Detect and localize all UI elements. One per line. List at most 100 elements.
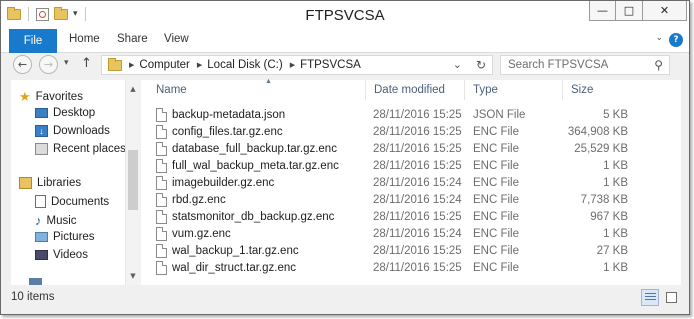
file-type: ENC File bbox=[473, 177, 520, 189]
search-input[interactable]: Search FTPSVCSA bbox=[508, 59, 608, 71]
nav-item-pictures[interactable]: Pictures bbox=[35, 231, 95, 243]
file-row[interactable]: imagebuilder.gz.enc 28/11/2016 15:24 ENC F… bbox=[141, 175, 681, 192]
tab-file[interactable]: File bbox=[9, 29, 57, 53]
file-date: 28/11/2016 15:24 bbox=[373, 228, 462, 240]
file-date: 28/11/2016 15:25 bbox=[373, 262, 462, 274]
nav-item-recent-places[interactable]: Recent places bbox=[35, 143, 126, 155]
file-date: 28/11/2016 15:25 bbox=[373, 160, 462, 172]
back-button[interactable]: ← bbox=[13, 55, 32, 74]
nav-item-documents[interactable]: Documents bbox=[35, 195, 109, 208]
file-type: ENC File bbox=[473, 143, 520, 155]
file-name-cell[interactable]: wal_dir_struct.tar.gz.enc bbox=[156, 261, 296, 275]
maximize-button[interactable]: □ bbox=[616, 1, 643, 21]
file-name-cell[interactable]: full_wal_backup_meta.tar.gz.enc bbox=[156, 159, 339, 173]
file-icon bbox=[156, 244, 167, 258]
sort-ascending-icon: ▲ bbox=[265, 78, 272, 85]
close-button[interactable]: ✕ bbox=[643, 1, 687, 21]
nav-group-favorites[interactable]: ★ Favorites bbox=[19, 89, 83, 105]
file-row[interactable]: config_files.tar.gz.enc 28/11/2016 15:25 E… bbox=[141, 124, 681, 141]
nav-item-computer-partial[interactable] bbox=[29, 278, 42, 285]
breadcrumb-arrow-icon[interactable]: ▶ bbox=[129, 61, 134, 69]
file-icon bbox=[156, 108, 167, 122]
navigation-bar: ← → ▾ ↑ ▶ Computer ▶ Local Disk (C:) ▶ F… bbox=[1, 53, 689, 77]
file-name: wal_dir_struct.tar.gz.enc bbox=[172, 262, 297, 274]
scroll-up-icon[interactable]: ▲ bbox=[126, 82, 140, 96]
up-arrow-icon[interactable]: ↑ bbox=[81, 56, 92, 71]
column-header-size[interactable]: Size bbox=[564, 80, 634, 100]
breadcrumb-computer[interactable]: Computer bbox=[139, 59, 190, 71]
minimize-button[interactable]: — bbox=[589, 1, 616, 21]
file-row[interactable]: rbd.gz.enc 28/11/2016 15:24 ENC File 7,738 … bbox=[141, 192, 681, 209]
breadcrumb-arrow-icon[interactable]: ▶ bbox=[197, 61, 202, 69]
large-icons-view-button[interactable] bbox=[662, 289, 680, 306]
breadcrumb-arrow-icon[interactable]: ▶ bbox=[290, 61, 295, 69]
nav-group-libraries[interactable]: Libraries bbox=[19, 177, 81, 189]
file-size: 1 KB bbox=[603, 228, 628, 240]
file-name: statsmonitor_db_backup.gz.enc bbox=[172, 211, 335, 223]
file-row[interactable]: vum.gz.enc 28/11/2016 15:24 ENC File 1 KB bbox=[141, 226, 681, 243]
navigation-scrollbar[interactable]: ▲ ▼ bbox=[125, 80, 140, 285]
expand-ribbon-icon[interactable]: ⌄ bbox=[655, 33, 663, 43]
address-dropdown-icon[interactable]: ⌄ bbox=[453, 58, 462, 71]
recent-locations-icon[interactable]: ▾ bbox=[64, 58, 69, 68]
file-name-cell[interactable]: vum.gz.enc bbox=[156, 227, 231, 241]
file-type: ENC File bbox=[473, 126, 520, 138]
search-icon[interactable]: ⚲ bbox=[654, 58, 663, 72]
nav-item-label: Desktop bbox=[53, 107, 96, 119]
details-view-button[interactable] bbox=[641, 289, 659, 306]
breadcrumb-local-disk[interactable]: Local Disk (C:) bbox=[207, 59, 282, 71]
libraries-icon bbox=[19, 177, 32, 189]
help-icon[interactable]: ? bbox=[669, 33, 683, 47]
scrollbar-thumb[interactable] bbox=[128, 150, 138, 210]
search-box[interactable]: Search FTPSVCSA ⚲ bbox=[500, 55, 670, 75]
file-size: 1 KB bbox=[603, 160, 628, 172]
file-row[interactable]: wal_dir_struct.tar.gz.enc 28/11/2016 15:2… bbox=[141, 260, 681, 277]
address-bar[interactable]: ▶ Computer ▶ Local Disk (C:) ▶ FTPSVCSA … bbox=[101, 55, 493, 75]
column-header-type[interactable]: Type bbox=[466, 80, 563, 100]
file-row[interactable]: wal_backup_1.tar.gz.enc 28/11/2016 15:25 E… bbox=[141, 243, 681, 260]
file-name-cell[interactable]: imagebuilder.gz.enc bbox=[156, 176, 274, 190]
nav-group-label: Libraries bbox=[37, 177, 82, 189]
nav-item-downloads[interactable]: ↓ Downloads bbox=[35, 125, 110, 137]
file-name-cell[interactable]: backup-metadata.json bbox=[156, 108, 285, 122]
pictures-icon bbox=[35, 232, 48, 242]
file-name-cell[interactable]: config_files.tar.gz.enc bbox=[156, 125, 283, 139]
nav-item-desktop[interactable]: Desktop bbox=[35, 107, 95, 119]
tab-share[interactable]: Share bbox=[117, 33, 148, 50]
file-date: 28/11/2016 15:25 bbox=[373, 126, 462, 138]
window-controls: — □ ✕ bbox=[589, 1, 687, 21]
file-row[interactable]: statsmonitor_db_backup.gz.enc 28/11/2016 … bbox=[141, 209, 681, 226]
title-bar: ▾ FTPSVCSA — □ ✕ bbox=[1, 1, 689, 29]
column-header-name[interactable]: Name ▲ bbox=[149, 78, 366, 100]
file-size: 7,738 KB bbox=[580, 194, 628, 206]
file-name-cell[interactable]: wal_backup_1.tar.gz.enc bbox=[156, 244, 299, 258]
file-date: 28/11/2016 15:25 bbox=[373, 143, 462, 155]
file-name-cell[interactable]: rbd.gz.enc bbox=[156, 193, 226, 207]
file-type: ENC File bbox=[473, 262, 520, 274]
column-header-date[interactable]: Date modified bbox=[367, 80, 465, 100]
forward-button[interactable]: → bbox=[39, 55, 58, 74]
file-row[interactable]: database_full_backup.tar.gz.enc 28/11/201… bbox=[141, 141, 681, 158]
item-count: 10 items bbox=[11, 291, 55, 303]
file-date: 28/11/2016 15:25 bbox=[373, 211, 462, 223]
file-row[interactable]: full_wal_backup_meta.tar.gz.enc 28/11/201… bbox=[141, 158, 681, 175]
file-list: Name ▲ Date modified Type Size backup-me… bbox=[141, 78, 681, 285]
refresh-icon[interactable]: ↻ bbox=[476, 58, 486, 72]
file-type: JSON File bbox=[473, 109, 526, 121]
file-name: wal_backup_1.tar.gz.enc bbox=[172, 245, 299, 257]
nav-item-label: Music bbox=[46, 214, 77, 227]
scroll-down-icon[interactable]: ▼ bbox=[126, 269, 140, 283]
file-icon bbox=[156, 227, 167, 241]
tab-home[interactable]: Home bbox=[69, 33, 100, 50]
tab-view[interactable]: View bbox=[164, 33, 189, 50]
file-type: ENC File bbox=[473, 245, 520, 257]
file-name-cell[interactable]: statsmonitor_db_backup.gz.enc bbox=[156, 210, 334, 224]
file-row[interactable]: backup-metadata.json 28/11/2016 15:25 JSON… bbox=[141, 107, 681, 124]
file-name-cell[interactable]: database_full_backup.tar.gz.enc bbox=[156, 142, 337, 156]
breadcrumb-ftpsvcsa[interactable]: FTPSVCSA bbox=[300, 59, 361, 71]
file-size: 27 KB bbox=[596, 245, 628, 257]
nav-item-videos[interactable]: Videos bbox=[35, 249, 88, 261]
nav-item-music[interactable]: ♪ Music bbox=[35, 213, 77, 228]
nav-item-label: Recent places bbox=[53, 143, 126, 155]
folder-icon bbox=[108, 57, 122, 71]
